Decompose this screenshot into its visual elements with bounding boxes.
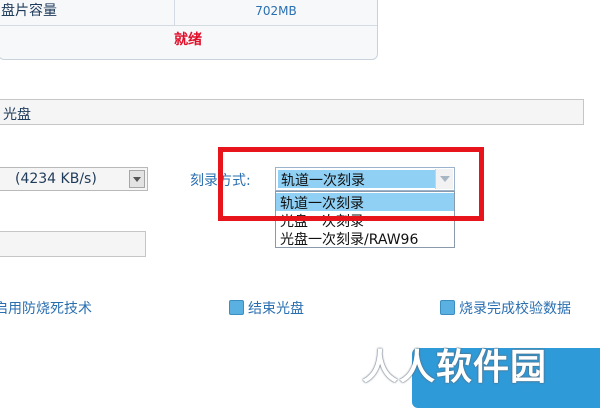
disc-name-value: 光盘 <box>3 107 31 123</box>
checkbox-icon <box>440 300 455 315</box>
capacity-value: 702MB <box>255 4 297 18</box>
capacity-row: 盘片容量 702MB <box>0 0 377 26</box>
watermark-logo: 人人软件园 <box>362 347 548 388</box>
speed-value: (4234 KB/s) <box>15 171 97 187</box>
chevron-down-icon <box>133 177 141 182</box>
disc-info-panel: 盘片容量 702MB 就绪 <box>0 0 378 60</box>
burn-mode-option-text: 光盘一次刻录/RAW96 <box>280 232 419 248</box>
text-field[interactable] <box>0 231 146 257</box>
burn-mode-option[interactable]: 光盘一次刻录/RAW96 <box>276 229 454 248</box>
speed-dropdown-button[interactable] <box>129 170 145 188</box>
burnproof-label: 启用防烧死技术 <box>0 301 92 317</box>
checkbox-icon <box>229 300 244 315</box>
capacity-label: 盘片容量 <box>1 3 57 19</box>
speed-select[interactable]: (4234 KB/s) <box>0 167 148 191</box>
status-text: 就绪 <box>174 32 202 48</box>
disc-name-field[interactable]: 光盘 <box>0 99 584 125</box>
finalize-disc-label: 结束光盘 <box>248 301 304 317</box>
highlight-annotation-box <box>218 147 484 221</box>
verify-data-label: 烧录完成校验数据 <box>459 301 571 317</box>
